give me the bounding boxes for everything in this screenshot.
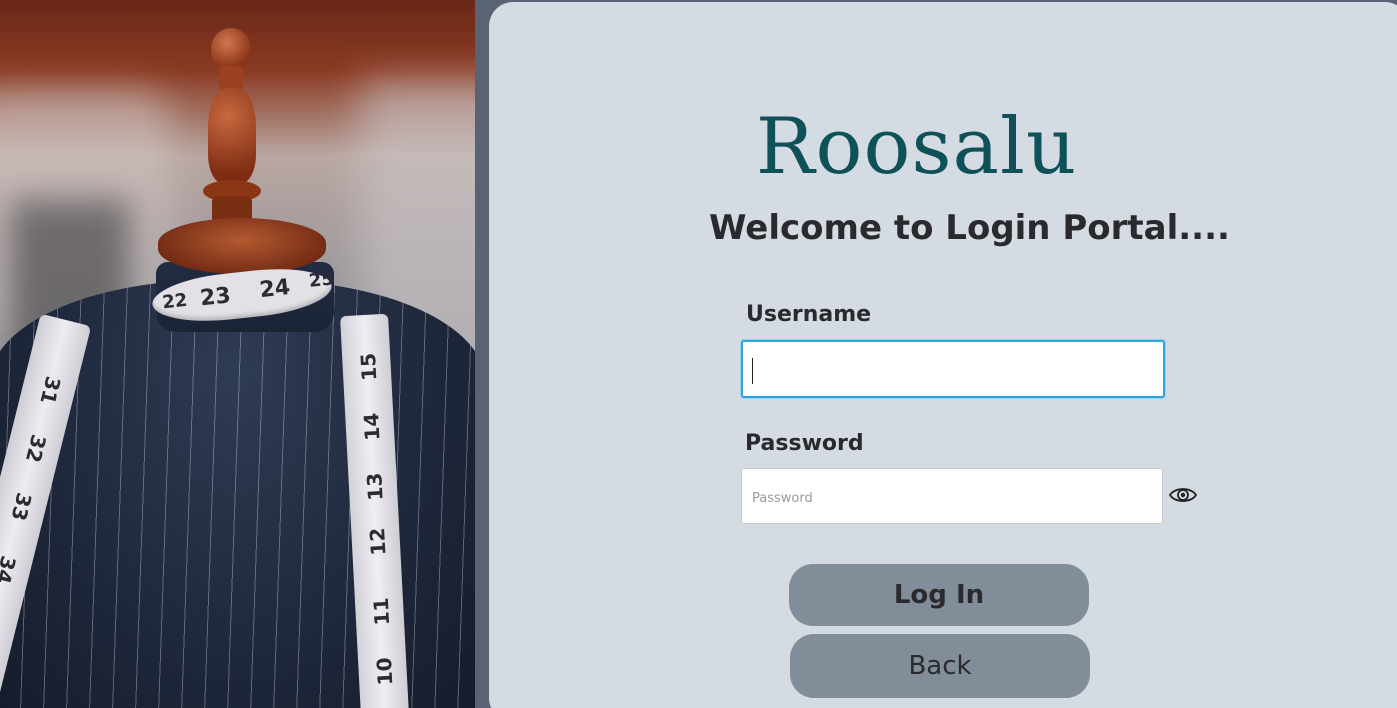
tape-number: 10	[371, 656, 398, 686]
hero-image: 22 23 24 25 31 32 33 34 35 3 15 14 13 12…	[0, 0, 475, 708]
login-card: Roosalu Welcome to Login Portal.... User…	[489, 2, 1397, 708]
tape-number: 14	[359, 412, 385, 442]
eye-icon[interactable]	[1168, 483, 1198, 507]
tape-number: 35	[0, 616, 5, 650]
tape-number: 13	[362, 472, 388, 502]
tape-number: 33	[6, 490, 37, 524]
back-button[interactable]: Back	[790, 634, 1090, 698]
tape-number: 32	[20, 432, 51, 465]
username-input[interactable]	[741, 340, 1165, 398]
password-label: Password	[745, 431, 864, 456]
text-caret	[752, 358, 753, 384]
tape-number: 25	[307, 268, 335, 292]
username-label: Username	[746, 302, 872, 327]
password-input[interactable]	[741, 468, 1163, 524]
tape-number: 22	[161, 289, 189, 314]
tape-number: 12	[365, 527, 391, 557]
tape-number: 34	[0, 553, 21, 587]
mannequin-finial	[211, 28, 251, 70]
tape-number: 24	[258, 274, 292, 304]
mannequin-finial	[219, 66, 243, 90]
tape-number: 23	[198, 283, 232, 312]
tape-number: 31	[35, 373, 66, 407]
login-button[interactable]: Log In	[789, 564, 1089, 626]
tape-number: 15	[355, 352, 382, 382]
mannequin-finial	[208, 88, 256, 183]
mannequin-collar	[158, 218, 326, 274]
tape-number: 11	[368, 596, 395, 627]
page-title: Welcome to Login Portal....	[709, 208, 1230, 248]
brand-logo: Roosalu	[755, 102, 1078, 192]
